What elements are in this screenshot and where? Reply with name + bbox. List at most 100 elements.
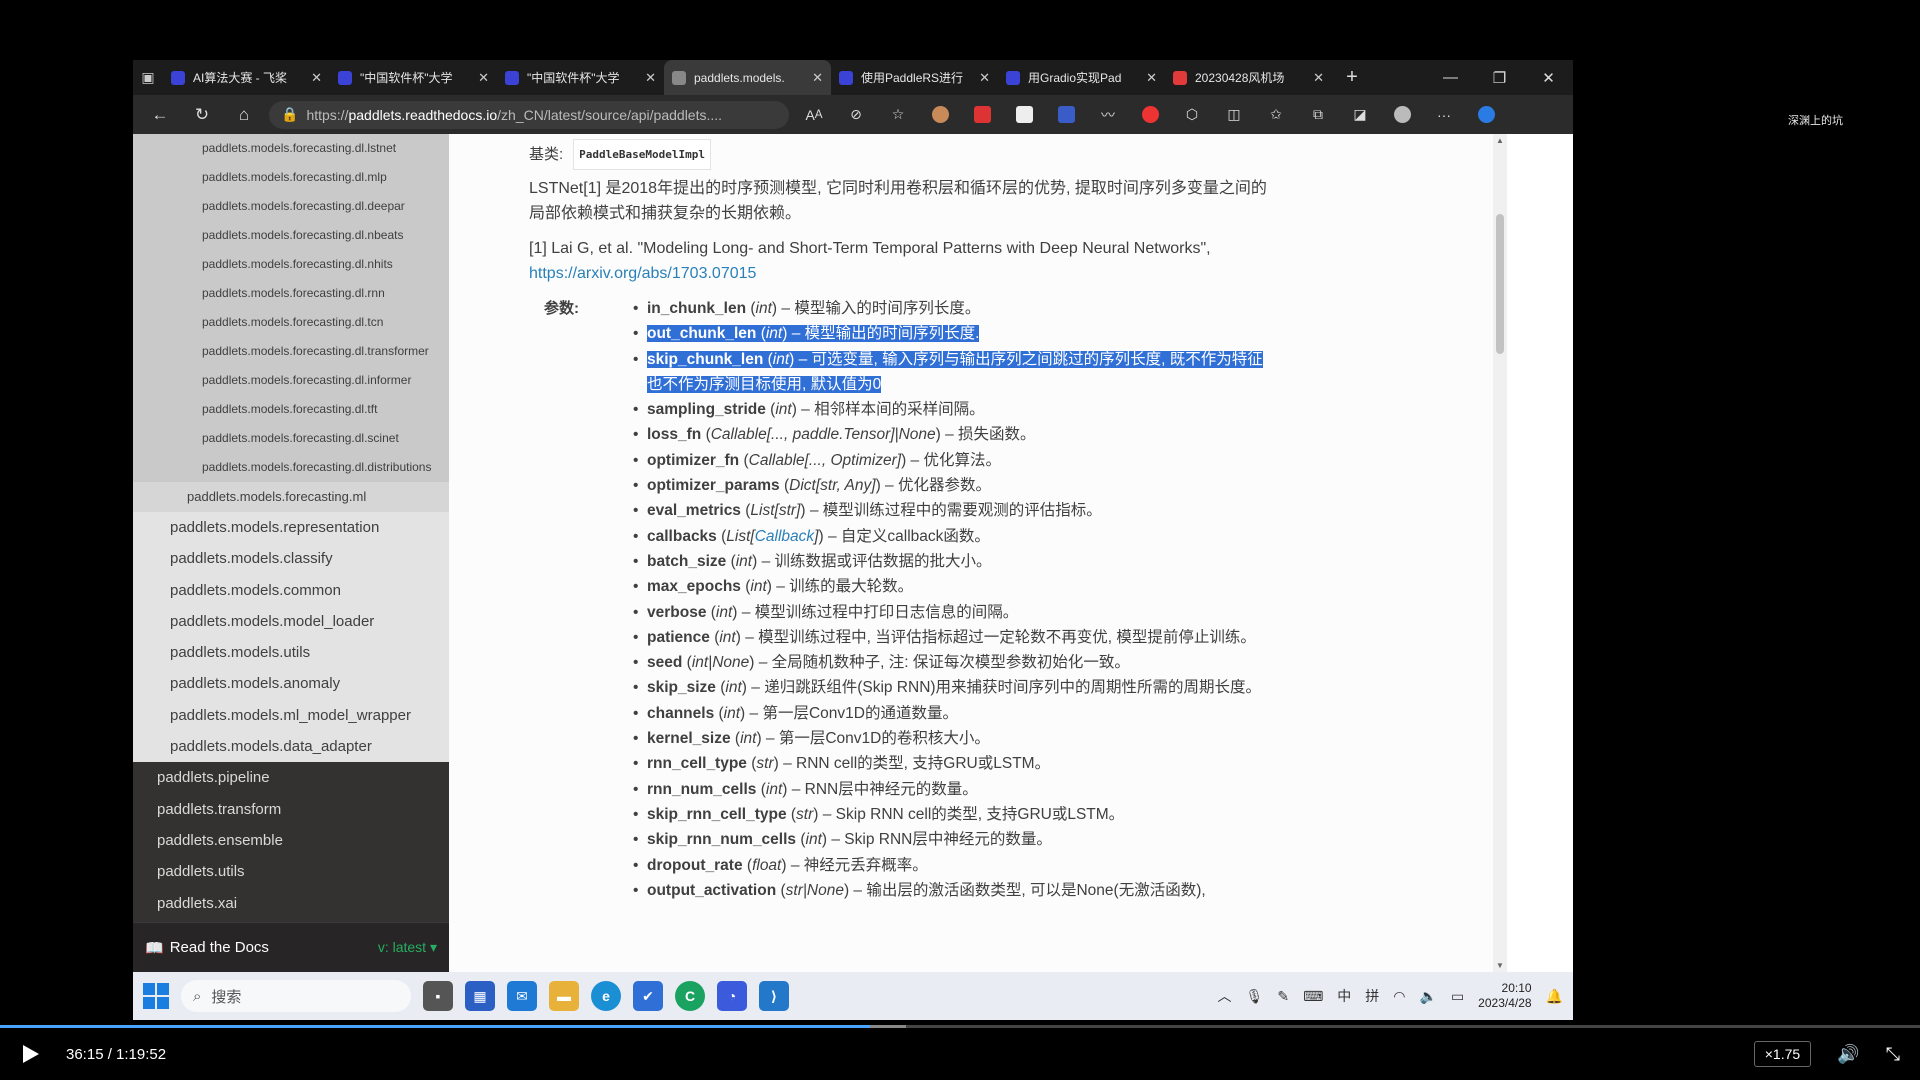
sidebar-item-l4[interactable]: paddlets.models.forecasting.dl.scinet bbox=[133, 424, 449, 453]
browser-tab[interactable]: 用Gradio实现Pad ✕ bbox=[998, 60, 1165, 95]
volume-control-icon[interactable]: 🔊 bbox=[1837, 1044, 1859, 1065]
bing-icon[interactable] bbox=[1469, 103, 1503, 127]
sidebar-item-l4[interactable]: paddlets.models.forecasting.dl.transform… bbox=[133, 337, 449, 366]
extension-3-icon[interactable] bbox=[1049, 103, 1083, 127]
sidebar-item-l4[interactable]: paddlets.models.forecasting.dl.lstnet bbox=[133, 134, 449, 163]
sidebar-item-l2[interactable]: paddlets.models.representation bbox=[133, 512, 449, 544]
sidebar-item-l2[interactable]: paddlets.models.utils bbox=[133, 637, 449, 669]
scroll-thumb[interactable] bbox=[1496, 214, 1504, 354]
url-field[interactable]: 🔒 https://paddlets.readthedocs.io/zh_CN/… bbox=[269, 100, 789, 129]
taskbar-search[interactable]: ⌕ 搜索 bbox=[181, 980, 411, 1012]
sidebar-item-l4[interactable]: paddlets.models.forecasting.dl.mlp bbox=[133, 163, 449, 192]
vertical-scrollbar[interactable]: ▲ ▼ bbox=[1493, 134, 1507, 972]
browser-tab[interactable]: paddlets.models. ✕ bbox=[664, 60, 831, 95]
collections-icon[interactable]: ⧉ bbox=[1301, 103, 1335, 127]
sidebar-item-l2[interactable]: paddlets.models.ml_model_wrapper bbox=[133, 699, 449, 732]
edge-icon[interactable]: e bbox=[591, 981, 621, 1011]
profile-avatar[interactable] bbox=[1385, 103, 1419, 127]
tab-close-icon[interactable]: ✕ bbox=[1146, 70, 1157, 86]
home-icon[interactable]: ⌂ bbox=[227, 105, 261, 125]
scroll-down-icon[interactable]: ▼ bbox=[1493, 961, 1507, 970]
browser-tab[interactable]: AI算法大赛 - 飞桨 ✕ bbox=[163, 60, 330, 95]
extension-2-icon[interactable] bbox=[1007, 103, 1041, 127]
sidebar-item-l2[interactable]: paddlets.models.model_loader bbox=[133, 605, 449, 638]
sidebar-item-l4[interactable]: paddlets.models.forecasting.dl.nhits bbox=[133, 250, 449, 279]
favorites-icon[interactable]: ✩ bbox=[1259, 103, 1293, 127]
pen-icon[interactable]: ✎ bbox=[1277, 988, 1289, 1005]
store-icon[interactable]: ▦ bbox=[465, 981, 495, 1011]
tab-close-icon[interactable]: ✕ bbox=[311, 70, 322, 86]
reference-link[interactable]: https://arxiv.org/abs/1703.07015 bbox=[529, 265, 756, 282]
extensions-icon[interactable]: ⬡ bbox=[1175, 103, 1209, 127]
mic-icon[interactable]: 🎙 bbox=[1246, 988, 1264, 1005]
sidebar-item-l4[interactable]: paddlets.models.forecasting.dl.informer bbox=[133, 366, 449, 395]
volume-icon[interactable]: 🔈 bbox=[1420, 988, 1437, 1005]
scroll-up-icon[interactable]: ▲ bbox=[1493, 136, 1507, 145]
read-the-docs-bar[interactable]: 📖 Read the Docs v: latest ▾ bbox=[133, 922, 449, 972]
sidebar-item-l1[interactable]: paddlets.ensemble bbox=[133, 825, 449, 856]
fullscreen-exit-icon[interactable]: ⤡ bbox=[1886, 1044, 1900, 1065]
ime-mode-label[interactable]: 中 bbox=[1337, 986, 1351, 1006]
app-chat-icon[interactable]: ◔ bbox=[717, 981, 747, 1011]
sidebar-item-l1[interactable]: paddlets.transform bbox=[133, 794, 449, 825]
restore-icon[interactable]: ❐ bbox=[1475, 69, 1524, 87]
todo-icon[interactable]: ✔ bbox=[633, 981, 663, 1011]
battery-icon[interactable]: ▭ bbox=[1451, 988, 1464, 1005]
param-type-link[interactable]: Callback bbox=[755, 528, 814, 545]
favorite-add-icon[interactable]: ☆ bbox=[881, 103, 915, 127]
tab-close-icon[interactable]: ✕ bbox=[979, 70, 990, 86]
keyboard-icon[interactable]: ⌨ bbox=[1303, 988, 1323, 1005]
tab-close-icon[interactable]: ✕ bbox=[812, 70, 823, 86]
file-explorer-icon[interactable]: ▬ bbox=[549, 981, 579, 1011]
extension-1-icon[interactable] bbox=[923, 103, 957, 127]
vscode-icon[interactable]: ⟩ bbox=[759, 981, 789, 1011]
tab-actions-icon[interactable]: ▣ bbox=[133, 60, 163, 95]
extension-5-icon[interactable] bbox=[1133, 103, 1167, 127]
tray-chevron-icon[interactable]: ︿ bbox=[1218, 986, 1232, 1006]
extension-4-icon[interactable]: 〰 bbox=[1091, 103, 1125, 127]
refresh-icon[interactable]: ↻ bbox=[185, 105, 219, 125]
play-icon[interactable] bbox=[20, 1044, 40, 1064]
sidebar-item-l2[interactable]: paddlets.models.classify bbox=[133, 543, 449, 575]
clock[interactable]: 20:10 2023/4/28 bbox=[1478, 981, 1531, 1011]
notification-icon[interactable]: 🔔 bbox=[1546, 988, 1563, 1005]
sidebar-item-l1[interactable]: paddlets.pipeline bbox=[133, 762, 449, 793]
browser-tab[interactable]: 使用PaddleRS进行 ✕ bbox=[831, 60, 998, 95]
sidebar-item-l3[interactable]: paddlets.models.forecasting.ml bbox=[133, 482, 449, 512]
tab-close-icon[interactable]: ✕ bbox=[1313, 70, 1324, 86]
sidebar-item-l1[interactable]: paddlets.xai bbox=[133, 888, 449, 919]
more-icon[interactable]: ··· bbox=[1427, 103, 1461, 127]
task-view-icon[interactable]: ▪ bbox=[423, 981, 453, 1011]
tracking-icon[interactable]: ⊘ bbox=[839, 103, 873, 127]
sidebar-item-l4[interactable]: paddlets.models.forecasting.dl.distribut… bbox=[133, 453, 449, 482]
read-aloud-icon[interactable]: AA bbox=[797, 103, 831, 127]
sidebar-item-l1[interactable]: paddlets.utils bbox=[133, 856, 449, 887]
app-c-icon[interactable]: C bbox=[675, 981, 705, 1011]
windows-start-icon[interactable] bbox=[143, 983, 169, 1009]
sidebar-item-l4[interactable]: paddlets.models.forecasting.dl.deepar bbox=[133, 192, 449, 221]
minimize-icon[interactable]: — bbox=[1426, 69, 1475, 87]
browser-tab[interactable]: "中国软件杯"大学 ✕ bbox=[497, 60, 664, 95]
split-screen-icon[interactable]: ◫ bbox=[1217, 103, 1251, 127]
ime-pinyin-label[interactable]: 拼 bbox=[1365, 986, 1379, 1006]
sidebar-item-l4[interactable]: paddlets.models.forecasting.dl.tcn bbox=[133, 308, 449, 337]
version-selector[interactable]: v: latest ▾ bbox=[378, 939, 437, 956]
close-window-icon[interactable]: ✕ bbox=[1524, 69, 1573, 87]
sidebar-item-l4[interactable]: paddlets.models.forecasting.dl.rnn bbox=[133, 279, 449, 308]
browser-tab[interactable]: "中国软件杯"大学 ✕ bbox=[330, 60, 497, 95]
playback-speed-button[interactable]: ×1.75 bbox=[1753, 1041, 1812, 1067]
back-icon[interactable]: ← bbox=[143, 105, 177, 125]
sidebar-item-l4[interactable]: paddlets.models.forecasting.dl.nbeats bbox=[133, 221, 449, 250]
sidebar-item-l2[interactable]: paddlets.models.anomaly bbox=[133, 668, 449, 700]
sidebar-item-l4[interactable]: paddlets.models.forecasting.dl.tft bbox=[133, 395, 449, 424]
edge-bar-icon[interactable]: ◪ bbox=[1343, 103, 1377, 127]
sidebar-item-l2[interactable]: paddlets.models.common bbox=[133, 574, 449, 606]
new-tab-button[interactable]: + bbox=[1332, 66, 1372, 89]
wifi-icon[interactable]: ◠ bbox=[1393, 988, 1405, 1005]
mail-icon[interactable]: ✉ bbox=[507, 981, 537, 1011]
tab-close-icon[interactable]: ✕ bbox=[645, 70, 656, 86]
sidebar-item-l2[interactable]: paddlets.models.data_adapter bbox=[133, 731, 449, 763]
adblock-icon[interactable] bbox=[965, 103, 999, 127]
tab-close-icon[interactable]: ✕ bbox=[478, 70, 489, 86]
browser-tab[interactable]: 20230428风机场 ✕ bbox=[1165, 60, 1332, 95]
